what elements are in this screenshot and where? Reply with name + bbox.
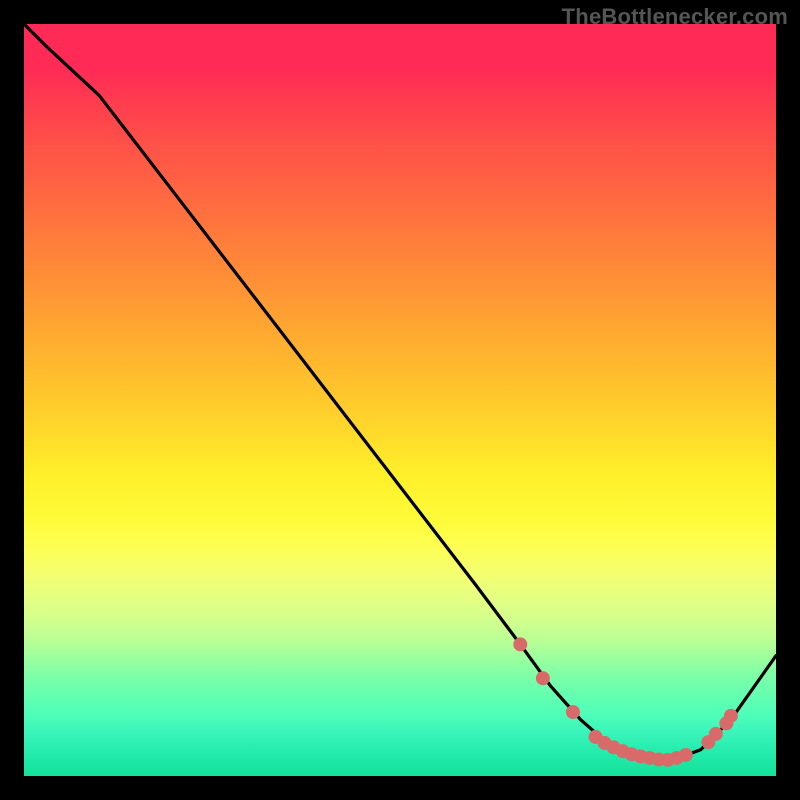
chart-frame: TheBottlenecker.com xyxy=(0,0,800,800)
marker-dot xyxy=(566,705,580,719)
marker-group xyxy=(513,637,738,766)
curve-line xyxy=(24,24,776,761)
marker-dot xyxy=(709,727,723,741)
plot-area xyxy=(24,24,776,776)
watermark-label: TheBottlenecker.com xyxy=(562,4,788,30)
marker-dot xyxy=(724,709,738,723)
marker-dot xyxy=(679,748,693,762)
marker-dot xyxy=(536,671,550,685)
marker-dot xyxy=(513,637,527,651)
chart-svg xyxy=(24,24,776,776)
